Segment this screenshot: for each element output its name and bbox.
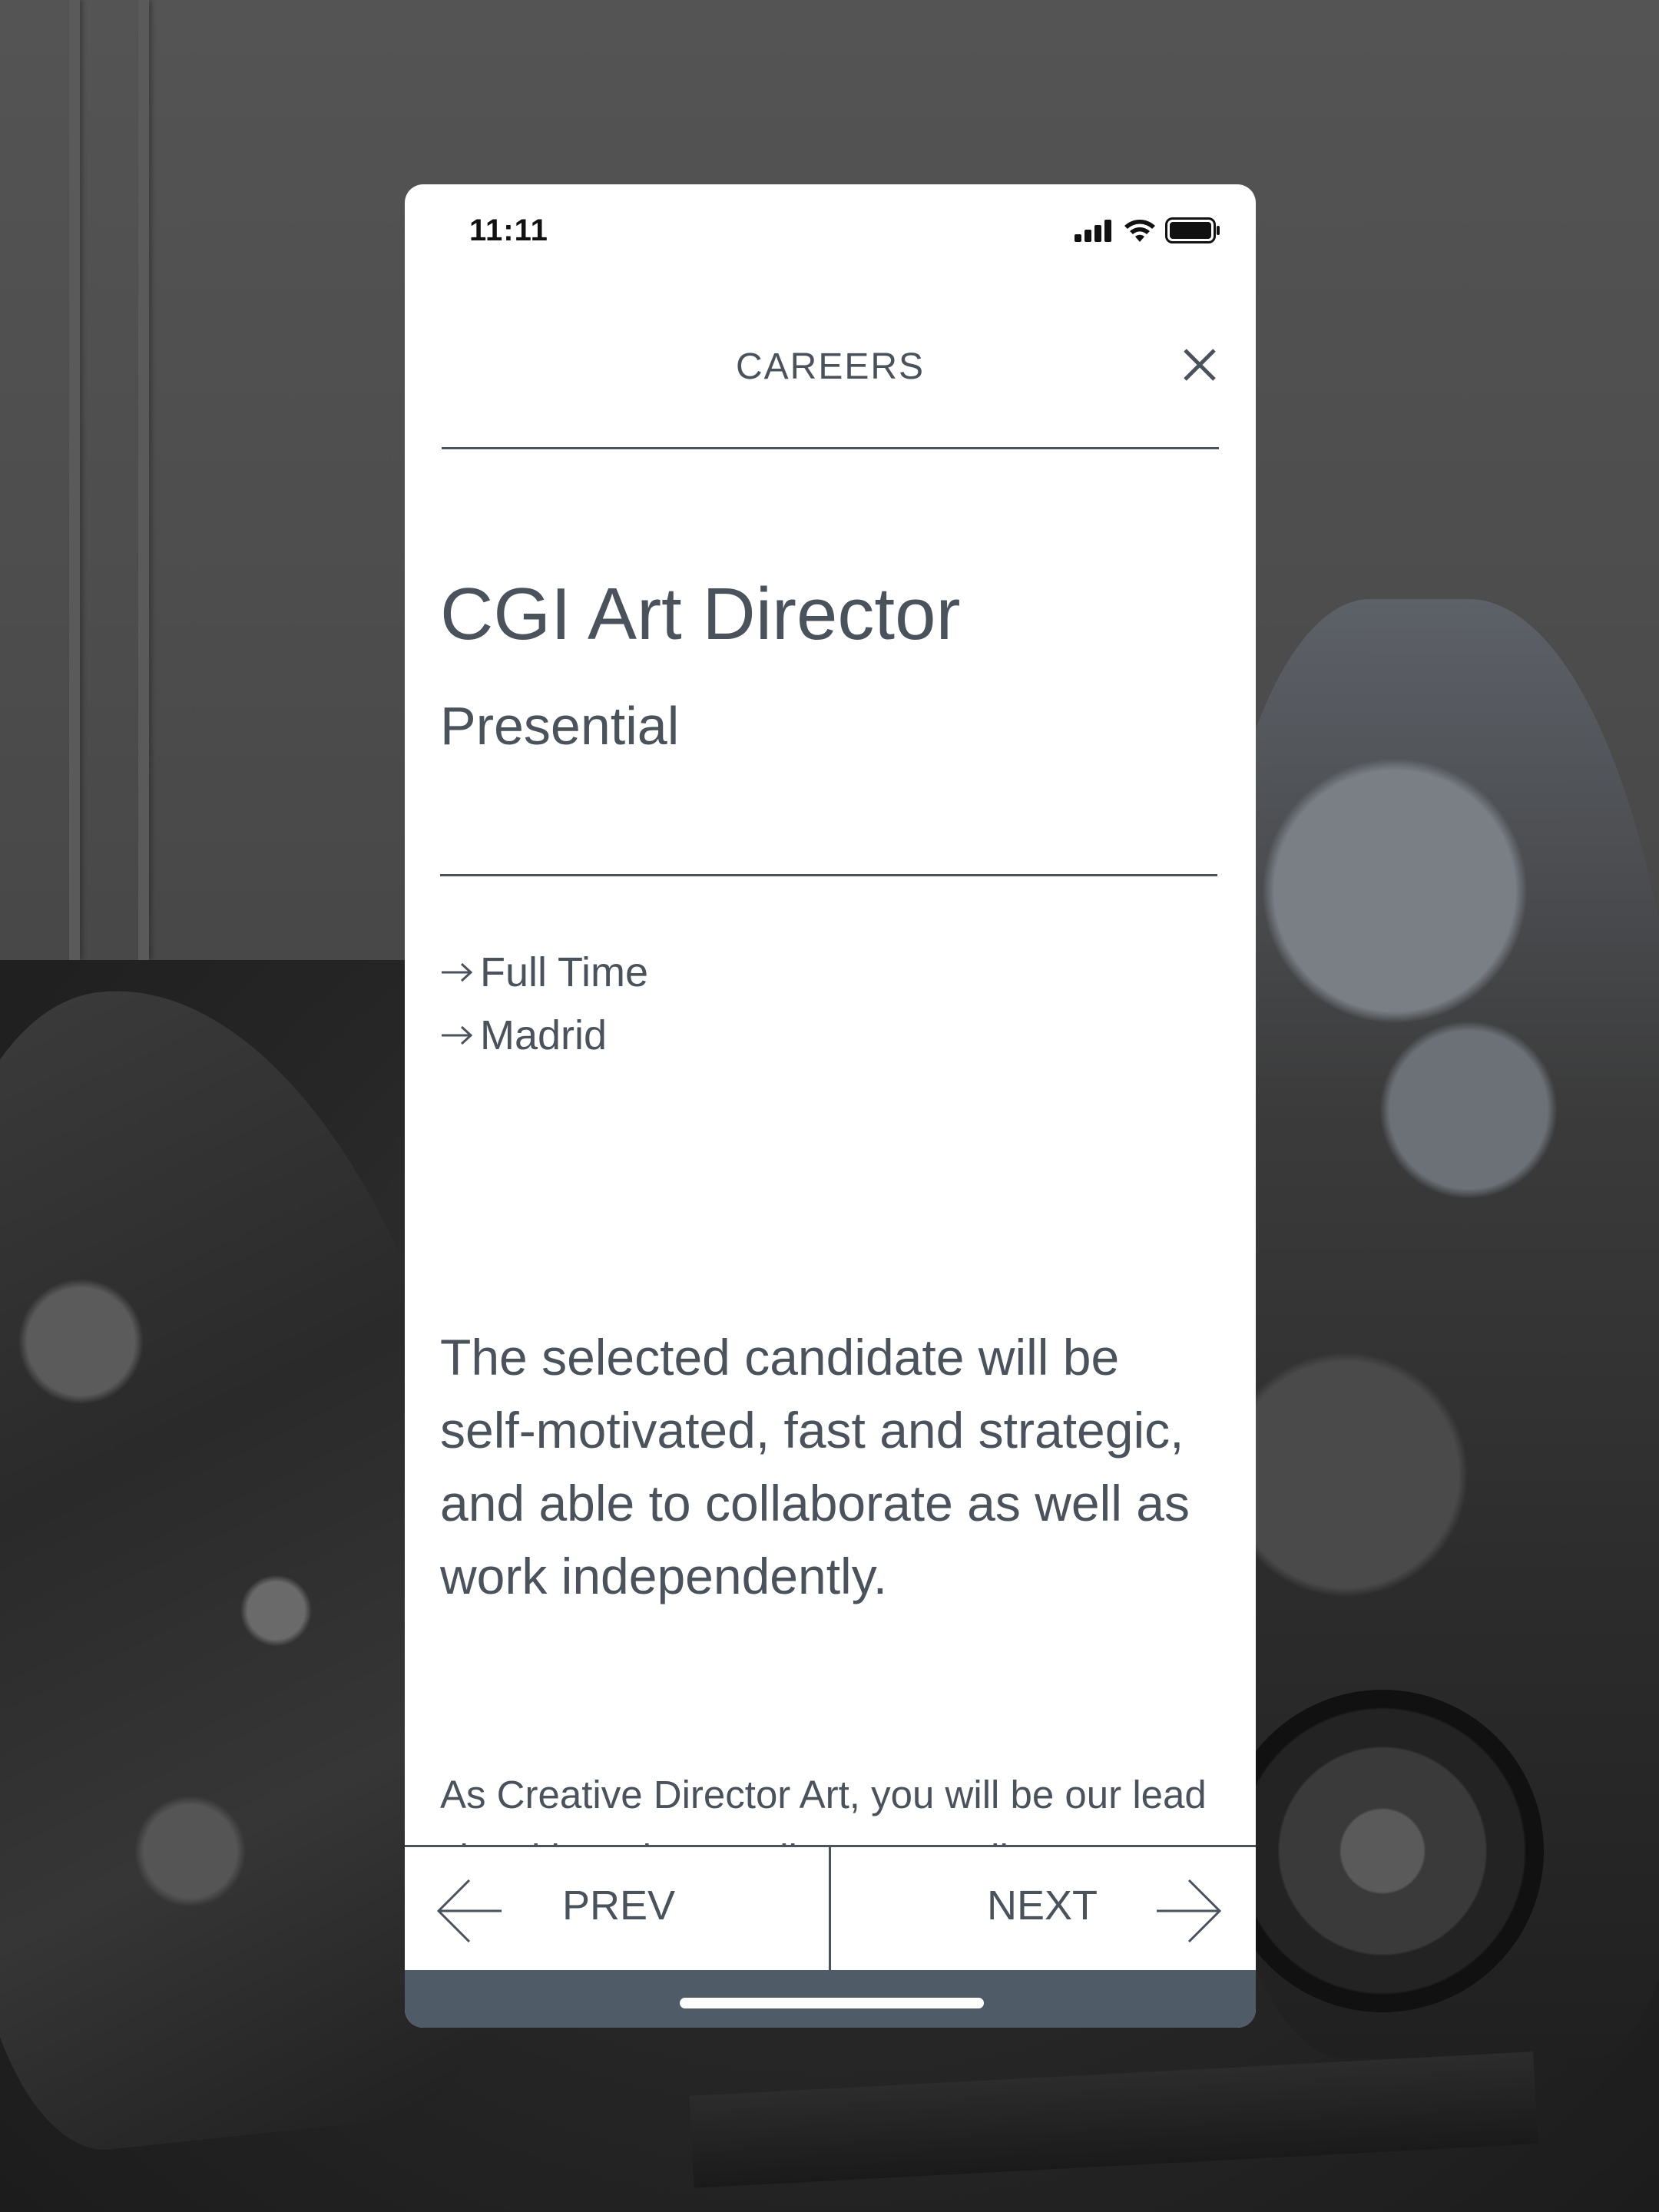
job-meta-item: Madrid [440,1012,607,1059]
job-meta-item: Full Time [440,949,648,996]
background-pipe [69,0,80,960]
prev-button[interactable]: PREV [405,1847,829,1972]
page-title: CAREERS [735,346,926,387]
next-label: NEXT [987,1883,1098,1929]
status-time: 11:11 [469,214,548,247]
background-pipe [138,0,149,960]
job-title: CGI Art Director [440,573,961,655]
home-indicator[interactable] [680,1998,984,2008]
arrow-right-icon [440,1024,474,1047]
background-wheel [1221,1690,1544,2012]
pager: PREV NEXT [405,1845,1256,1972]
home-bar-area [405,1970,1256,2028]
wifi-icon [1122,217,1157,247]
cellular-signal-icon [1075,219,1114,246]
status-icons [1075,217,1220,247]
title-divider [440,874,1217,876]
job-lead-text: The selected candidate will be self-moti… [440,1329,1190,1604]
close-icon [1173,349,1227,395]
prev-label: PREV [562,1883,676,1929]
job-work-mode: Presential [440,696,680,756]
phone-card: 11:11 CAREERS CGI Art Director Presentia… [405,184,1256,2028]
arrow-right-icon [440,961,474,984]
arrow-right-icon [1154,1876,1223,1949]
app-screen: 11:11 CAREERS CGI Art Director Presentia… [0,0,1659,2212]
header-divider [442,447,1219,449]
arrow-left-icon [435,1876,505,1949]
close-button[interactable] [1173,338,1227,392]
battery-icon [1165,217,1220,247]
job-meta-label: Full Time [480,949,649,995]
job-meta-label: Madrid [480,1012,608,1058]
next-button[interactable]: NEXT [831,1847,1255,1972]
status-bar: 11:11 [405,184,1256,284]
